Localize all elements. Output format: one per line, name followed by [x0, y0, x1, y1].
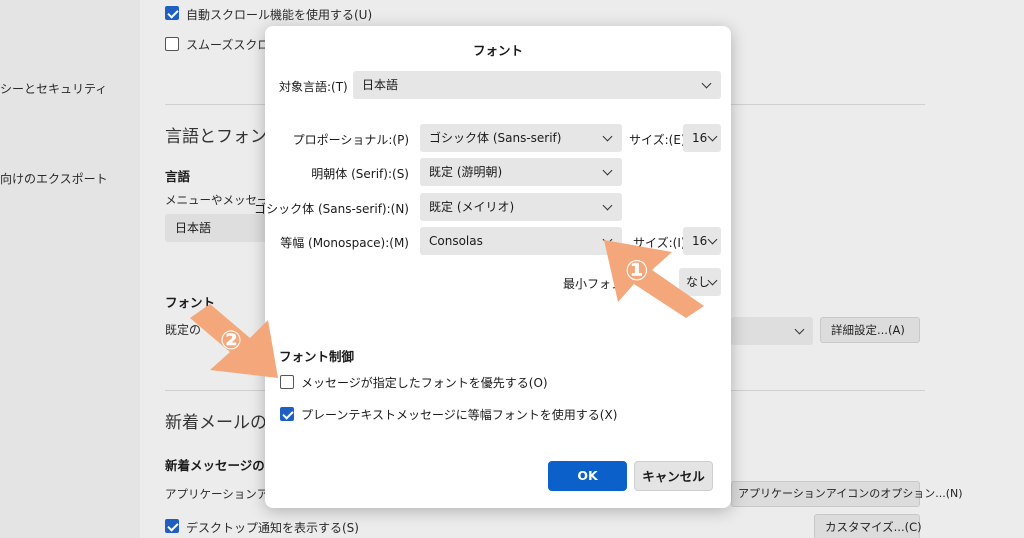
- arrow-annotation-1: [604, 240, 704, 318]
- step-marker-1: ①: [625, 254, 649, 287]
- annotation-layer: [190, 240, 704, 378]
- step-marker-2: ②: [220, 326, 243, 356]
